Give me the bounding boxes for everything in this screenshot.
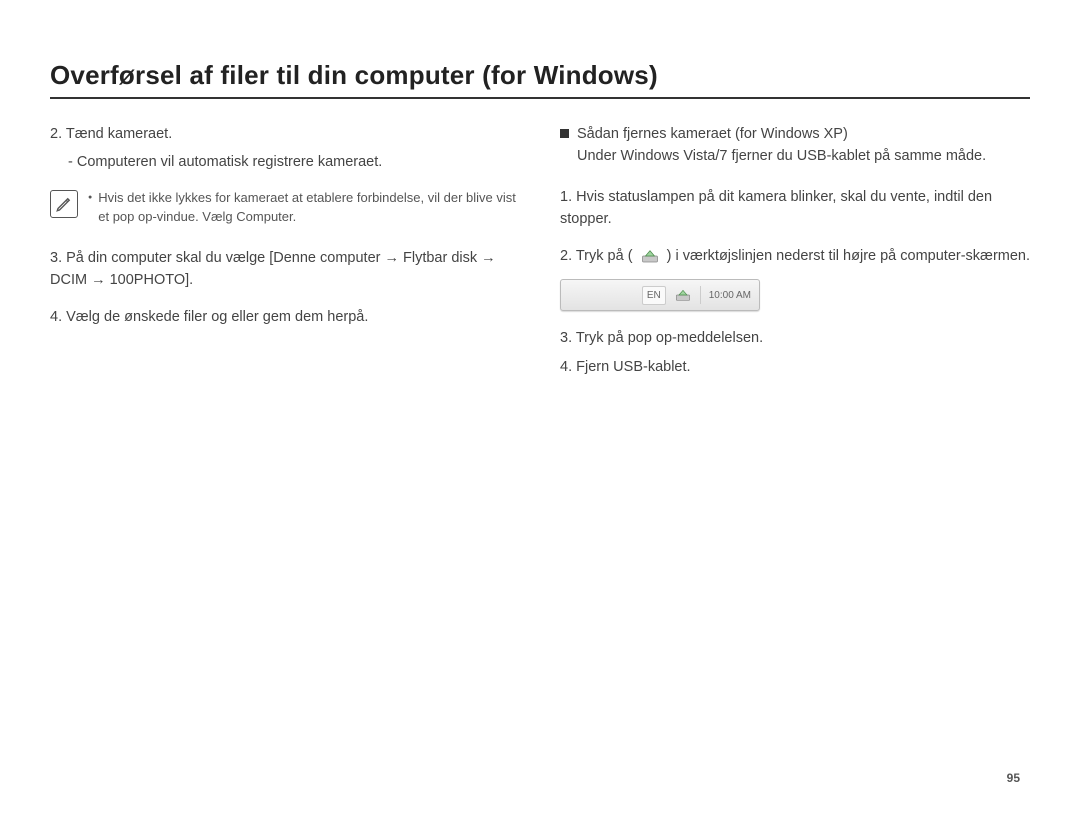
remove-step-2: 2. Tryk på ( ) i værktøjslinjen nederst …: [560, 245, 1030, 267]
right-column: Sådan fjernes kameraet (for Windows XP) …: [560, 123, 1030, 384]
remove-step-2-b: ) i værktøjslinjen nederst til højre på …: [667, 248, 1030, 264]
content-columns: 2. Tænd kameraet. - Computeren vil autom…: [50, 123, 1030, 384]
tray-safely-remove-icon: [674, 286, 692, 304]
system-tray-illustration: EN 10:00 AM: [560, 279, 760, 311]
safely-remove-icon: [639, 247, 661, 265]
tray-divider: [700, 286, 701, 304]
step-3: 3. På din computer skal du vælge [Denne …: [50, 247, 520, 292]
note-text: Hvis det ikke lykkes for kameraet at eta…: [88, 188, 520, 227]
note-bullet-text: Hvis det ikke lykkes for kameraet at eta…: [98, 188, 520, 227]
remove-step-4: 4. Fjern USB-kablet.: [560, 356, 1030, 378]
page-title: Overførsel af filer til din computer (fo…: [50, 60, 1030, 99]
remove-step-3: 3. Tryk på pop op-meddelelsen.: [560, 327, 1030, 349]
tray-language-indicator: EN: [642, 286, 666, 306]
section-heading: Sådan fjernes kameraet (for Windows XP) …: [560, 123, 1030, 182]
note-pencil-icon: [50, 190, 78, 218]
step-4: 4. Vælg de ønskede filer og eller gem de…: [50, 306, 520, 328]
left-column: 2. Tænd kameraet. - Computeren vil autom…: [50, 123, 520, 384]
tray-clock: 10:00 AM: [709, 288, 751, 304]
section-title: Sådan fjernes kameraet (for Windows XP): [577, 123, 1030, 145]
remove-step-2-a: 2. Tryk på (: [560, 248, 633, 264]
step-2: 2. Tænd kameraet.: [50, 123, 520, 145]
page-number: 95: [1007, 771, 1020, 785]
note-box: Hvis det ikke lykkes for kameraet at eta…: [50, 188, 520, 227]
section-subtitle: Under Windows Vista/7 fjerner du USB-kab…: [577, 145, 1030, 167]
step-2-sub: - Computeren vil automatisk registrere k…: [68, 151, 520, 173]
section-bullet-icon: [560, 129, 569, 138]
remove-step-1: 1. Hvis statuslampen på dit kamera blink…: [560, 186, 1030, 231]
document-page: Overførsel af filer til din computer (fo…: [0, 0, 1080, 815]
